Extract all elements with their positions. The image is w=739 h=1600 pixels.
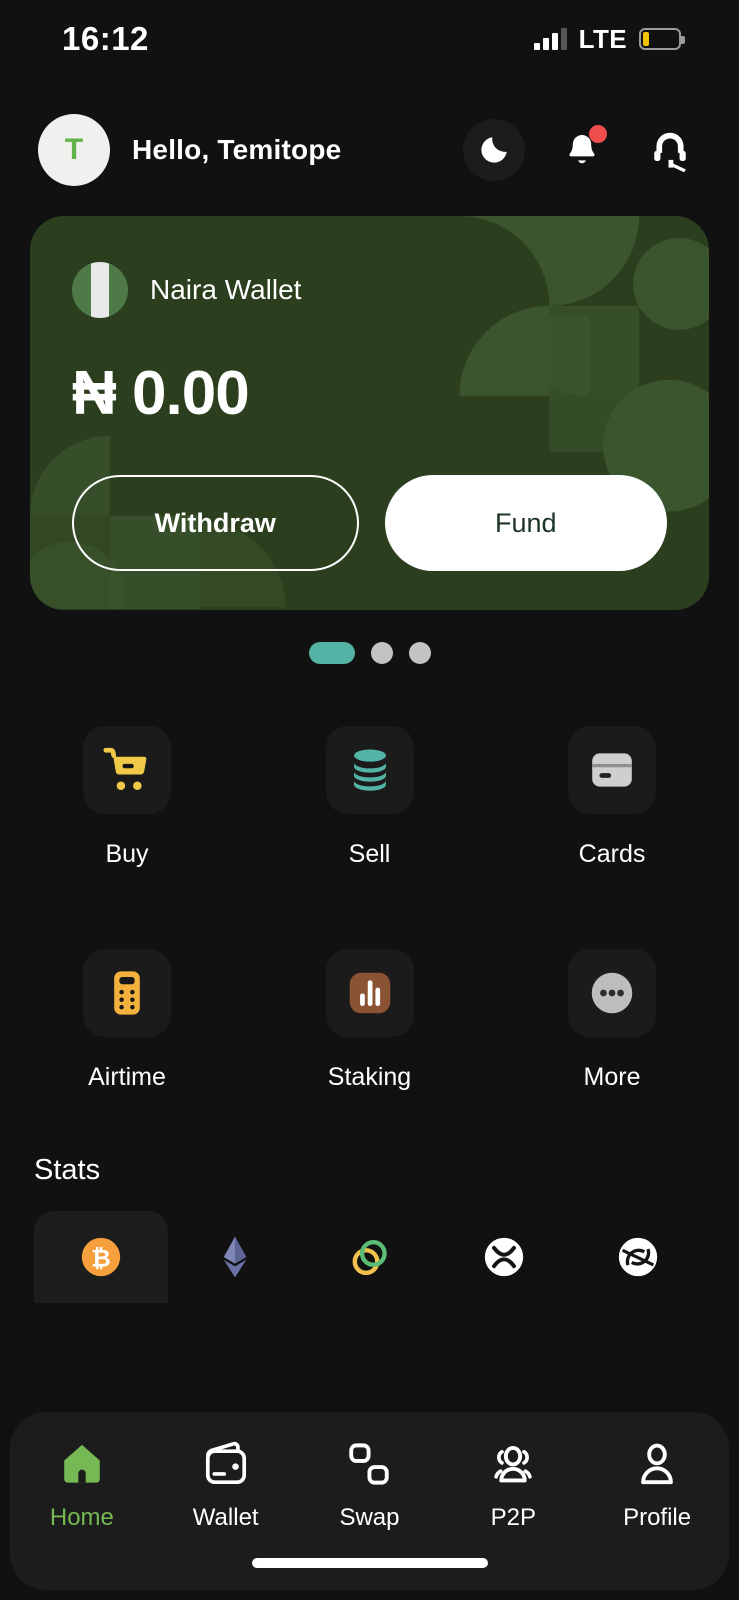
nav-item-swap[interactable]: Swap [298, 1438, 442, 1532]
wallet-balance: ₦ 0.00 [72, 358, 667, 429]
token-tab-xrp[interactable] [437, 1211, 571, 1303]
token-tab-celo[interactable] [302, 1211, 436, 1303]
user-greeting-group[interactable]: T Hello, Temitope [38, 114, 341, 186]
nav-label: P2P [491, 1504, 536, 1532]
headset-icon [648, 128, 692, 172]
avatar[interactable]: T [38, 114, 110, 186]
people-icon [487, 1438, 539, 1490]
dark-mode-toggle[interactable] [463, 119, 525, 181]
quick-action-label: Cards [579, 840, 646, 869]
carousel-dot-2[interactable] [371, 642, 393, 664]
page-title: Hello, Temitope [132, 134, 341, 166]
mobile-phone-icon [100, 966, 154, 1020]
person-icon [631, 1438, 683, 1490]
bottom-navigation: Home Wallet Swap P2P [10, 1412, 729, 1590]
customer-support-button[interactable] [639, 119, 701, 181]
carousel-indicator [0, 642, 739, 664]
battery-low-icon [639, 28, 681, 50]
shopping-cart-icon [100, 743, 154, 797]
nav-label: Home [50, 1504, 114, 1532]
status-bar: 16:12 LTE [0, 0, 739, 78]
stats-title: Stats [34, 1154, 705, 1187]
nav-label: Profile [623, 1504, 691, 1532]
quick-action-more[interactable]: More [527, 949, 697, 1092]
quick-action-cards[interactable]: Cards [527, 726, 697, 869]
withdraw-button[interactable]: Withdraw [72, 475, 359, 571]
quick-action-label: Buy [105, 840, 148, 869]
wallet-actions: Withdraw Fund [72, 475, 667, 571]
notifications-button[interactable] [551, 119, 613, 181]
token-tabs: ₿ [34, 1211, 705, 1303]
token-tab-bitcoin[interactable]: ₿ [34, 1211, 168, 1303]
token-tab-ethereum[interactable] [168, 1211, 302, 1303]
more-tile[interactable] [568, 949, 656, 1037]
app-header: T Hello, Temitope [0, 78, 739, 186]
naira-wallet-card[interactable]: Naira Wallet ₦ 0.00 Withdraw Fund [30, 216, 709, 610]
notification-badge [589, 125, 607, 143]
network-type-label: LTE [579, 24, 627, 55]
status-indicators: LTE [534, 24, 681, 55]
quick-action-buy[interactable]: Buy [42, 726, 212, 869]
status-time: 16:12 [62, 20, 149, 58]
coins-stack-icon [343, 743, 397, 797]
header-actions [463, 119, 701, 181]
ellipsis-circle-icon [585, 966, 639, 1020]
fund-button[interactable]: Fund [385, 475, 668, 571]
quick-action-staking[interactable]: Staking [285, 949, 455, 1092]
quick-action-label: Airtime [88, 1063, 166, 1092]
wallet-icon [200, 1438, 252, 1490]
nav-label: Swap [339, 1504, 399, 1532]
home-indicator[interactable] [252, 1558, 488, 1568]
svg-text:₿: ₿ [91, 1245, 111, 1273]
quick-actions-row-1: Buy Sell [42, 726, 697, 869]
staking-tile[interactable] [326, 949, 414, 1037]
token-tab-stellar[interactable] [571, 1211, 705, 1303]
nav-item-profile[interactable]: Profile [585, 1438, 729, 1532]
moon-icon [477, 133, 511, 167]
currency-symbol: ₦ [72, 359, 116, 428]
nav-item-wallet[interactable]: Wallet [154, 1438, 298, 1532]
carousel-dot-1[interactable] [309, 642, 355, 664]
buy-tile[interactable] [83, 726, 171, 814]
quick-action-sell[interactable]: Sell [285, 726, 455, 869]
xrp-icon [479, 1232, 529, 1282]
nav-label: Wallet [193, 1504, 259, 1532]
carousel-dot-3[interactable] [409, 642, 431, 664]
signal-bars-icon [534, 28, 567, 50]
wallet-name-row: Naira Wallet [72, 262, 667, 318]
stats-section: Stats ₿ [0, 1154, 739, 1303]
credit-card-icon [585, 743, 639, 797]
cards-tile[interactable] [568, 726, 656, 814]
stellar-icon [613, 1232, 663, 1282]
sell-tile[interactable] [326, 726, 414, 814]
quick-action-label: Sell [349, 840, 391, 869]
balance-amount: 0.00 [132, 359, 249, 428]
home-icon [56, 1438, 108, 1490]
quick-actions-grid: Buy Sell [0, 726, 739, 1092]
nav-item-p2p[interactable]: P2P [441, 1438, 585, 1532]
quick-action-label: More [584, 1063, 641, 1092]
quick-action-airtime[interactable]: Airtime [42, 949, 212, 1092]
airtime-tile[interactable] [83, 949, 171, 1037]
nav-item-home[interactable]: Home [10, 1438, 154, 1532]
app-screen: 16:12 LTE T Hello, Temitope [0, 0, 739, 1600]
celo-icon [345, 1232, 395, 1282]
swap-icon [343, 1438, 395, 1490]
quick-actions-row-2: Airtime Staking [42, 949, 697, 1092]
bitcoin-icon: ₿ [76, 1232, 126, 1282]
ethereum-icon [210, 1232, 260, 1282]
wallet-name: Naira Wallet [150, 274, 301, 306]
bar-chart-icon [343, 966, 397, 1020]
nigeria-flag-icon [72, 262, 128, 318]
quick-action-label: Staking [328, 1063, 411, 1092]
